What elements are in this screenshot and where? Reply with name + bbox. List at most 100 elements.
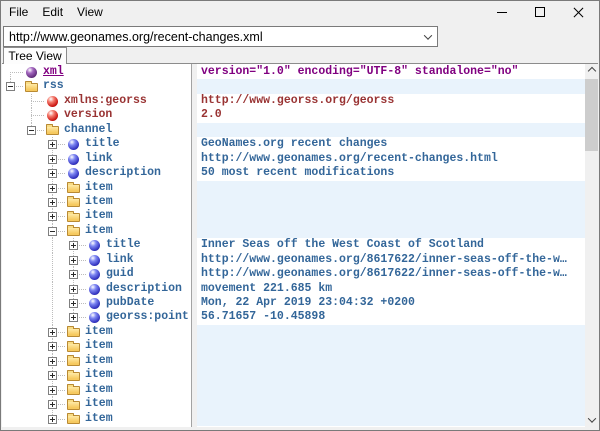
expander-plus-icon[interactable] bbox=[48, 415, 57, 424]
tree-node-label[interactable]: item bbox=[85, 181, 113, 195]
tree-node-label[interactable]: georss:point bbox=[106, 310, 189, 324]
tree-node-label[interactable]: rss bbox=[43, 79, 64, 93]
expander-plus-icon[interactable] bbox=[48, 184, 57, 193]
expander-plus-icon[interactable] bbox=[69, 270, 78, 279]
menu-edit[interactable]: Edit bbox=[35, 1, 70, 23]
folder-icon bbox=[67, 343, 80, 352]
tree-row-item[interactable]: item bbox=[2, 181, 191, 195]
value-row: http://www.geonames.org/recent-changes.h… bbox=[197, 152, 585, 166]
folder-icon bbox=[67, 357, 80, 366]
expander-plus-icon[interactable] bbox=[69, 313, 78, 322]
tree-node-label[interactable]: channel bbox=[64, 123, 112, 137]
expander-plus-icon[interactable] bbox=[48, 155, 57, 164]
tree-node-label[interactable]: xml bbox=[43, 65, 64, 79]
expander-minus-icon[interactable] bbox=[48, 227, 57, 236]
tree-node-label[interactable]: item bbox=[85, 195, 113, 209]
tree-node-label[interactable]: item bbox=[85, 383, 113, 397]
expander-plus-icon[interactable] bbox=[48, 400, 57, 409]
tree-node-label[interactable]: description bbox=[85, 166, 161, 180]
element-icon bbox=[89, 284, 100, 295]
xml-declaration-icon bbox=[26, 67, 37, 78]
tree-row-title[interactable]: title bbox=[2, 137, 191, 151]
address-input[interactable] bbox=[4, 28, 418, 45]
tree-node-label[interactable]: item bbox=[85, 224, 113, 238]
value-row: 56.71657 -10.45898 bbox=[197, 310, 585, 324]
tree-row-item[interactable]: item bbox=[2, 368, 191, 382]
expander-minus-icon[interactable] bbox=[6, 82, 15, 91]
scrollbar-down-button[interactable] bbox=[585, 413, 598, 427]
tree-row-xml[interactable]: xml bbox=[2, 65, 191, 79]
tree-node-label[interactable]: title bbox=[85, 137, 120, 151]
tree-row-item[interactable]: item bbox=[2, 339, 191, 353]
expander-plus-icon[interactable] bbox=[48, 342, 57, 351]
tree-node-label[interactable]: item bbox=[85, 412, 113, 426]
tree-node-label[interactable]: version bbox=[64, 108, 112, 122]
expander-plus-icon[interactable] bbox=[69, 256, 78, 265]
element-icon bbox=[89, 312, 100, 323]
tree-node-label[interactable]: link bbox=[106, 253, 134, 267]
tree-node-label[interactable]: guid bbox=[106, 267, 134, 281]
tree-row-pubDate[interactable]: pubDate bbox=[2, 296, 191, 310]
tree-row-item[interactable]: item bbox=[2, 383, 191, 397]
element-icon bbox=[89, 240, 100, 251]
minimize-button[interactable] bbox=[483, 1, 521, 23]
tree-row-georss:point[interactable]: georss:point bbox=[2, 310, 191, 324]
tree-node-label[interactable]: item bbox=[85, 368, 113, 382]
expander-plus-icon[interactable] bbox=[69, 241, 78, 250]
expander-plus-icon[interactable] bbox=[48, 357, 57, 366]
tree-row-item[interactable]: item bbox=[2, 209, 191, 223]
tree-row-item[interactable]: item bbox=[2, 397, 191, 411]
vertical-scrollbar[interactable] bbox=[585, 64, 598, 427]
tree-row-item[interactable]: item bbox=[2, 224, 191, 238]
tree-row-link[interactable]: link bbox=[2, 152, 191, 166]
maximize-button[interactable] bbox=[521, 1, 559, 23]
expander-plus-icon[interactable] bbox=[48, 212, 57, 221]
address-combobox bbox=[3, 26, 438, 47]
scrollbar-thumb[interactable] bbox=[585, 79, 598, 151]
tree-row-channel[interactable]: channel bbox=[2, 123, 191, 137]
expander-plus-icon[interactable] bbox=[48, 169, 57, 178]
tree-node-label[interactable]: link bbox=[85, 152, 113, 166]
tree-node-label[interactable]: item bbox=[85, 354, 113, 368]
attribute-icon bbox=[47, 96, 58, 107]
folder-icon bbox=[67, 372, 80, 381]
expander-plus-icon[interactable] bbox=[48, 198, 57, 207]
tree-row-xmlns:georss[interactable]: xmlns:georss bbox=[2, 94, 191, 108]
expander-plus-icon[interactable] bbox=[48, 140, 57, 149]
scrollbar-up-button[interactable] bbox=[585, 64, 598, 78]
tree-row-item[interactable]: item bbox=[2, 412, 191, 426]
tree-row-rss[interactable]: rss bbox=[2, 79, 191, 93]
tree-row-title[interactable]: title bbox=[2, 238, 191, 252]
tree-node-label[interactable]: item bbox=[85, 397, 113, 411]
tree-row-link[interactable]: link bbox=[2, 253, 191, 267]
tree-node-label[interactable]: description bbox=[106, 282, 182, 296]
menu-file[interactable]: File bbox=[2, 1, 35, 23]
tree-row-description[interactable]: description bbox=[2, 166, 191, 180]
tree-row-item[interactable]: item bbox=[2, 195, 191, 209]
tab-tree-view[interactable]: Tree View bbox=[3, 47, 67, 64]
tree-rows: xmlrssxmlns:georssversionchanneltitlelin… bbox=[2, 65, 191, 426]
tree-row-item[interactable]: item bbox=[2, 354, 191, 368]
tree-row-description[interactable]: description bbox=[2, 282, 191, 296]
expander-plus-icon[interactable] bbox=[48, 386, 57, 395]
tree-node-label[interactable]: xmlns:georss bbox=[64, 94, 147, 108]
expander-plus-icon[interactable] bbox=[69, 299, 78, 308]
tree-node-label[interactable]: item bbox=[85, 209, 113, 223]
tree-row-item[interactable]: item bbox=[2, 325, 191, 339]
tree-node-label[interactable]: title bbox=[106, 238, 141, 252]
combobox-dropdown-button[interactable] bbox=[418, 27, 437, 46]
tree-node-label[interactable]: item bbox=[85, 339, 113, 353]
tree-row-version[interactable]: version bbox=[2, 108, 191, 122]
expander-plus-icon[interactable] bbox=[48, 328, 57, 337]
expander-plus-icon[interactable] bbox=[69, 285, 78, 294]
expander-plus-icon[interactable] bbox=[48, 371, 57, 380]
tree-node-label[interactable]: pubDate bbox=[106, 296, 154, 310]
menu-view[interactable]: View bbox=[70, 1, 110, 23]
expander-minus-icon[interactable] bbox=[27, 126, 36, 135]
value-row bbox=[197, 368, 585, 382]
tree-node-label[interactable]: item bbox=[85, 325, 113, 339]
tree-row-guid[interactable]: guid bbox=[2, 267, 191, 281]
close-button[interactable] bbox=[559, 1, 597, 23]
value-row: version="1.0" encoding="UTF-8" standalon… bbox=[197, 65, 585, 79]
value-row: 2.0 bbox=[197, 108, 585, 122]
